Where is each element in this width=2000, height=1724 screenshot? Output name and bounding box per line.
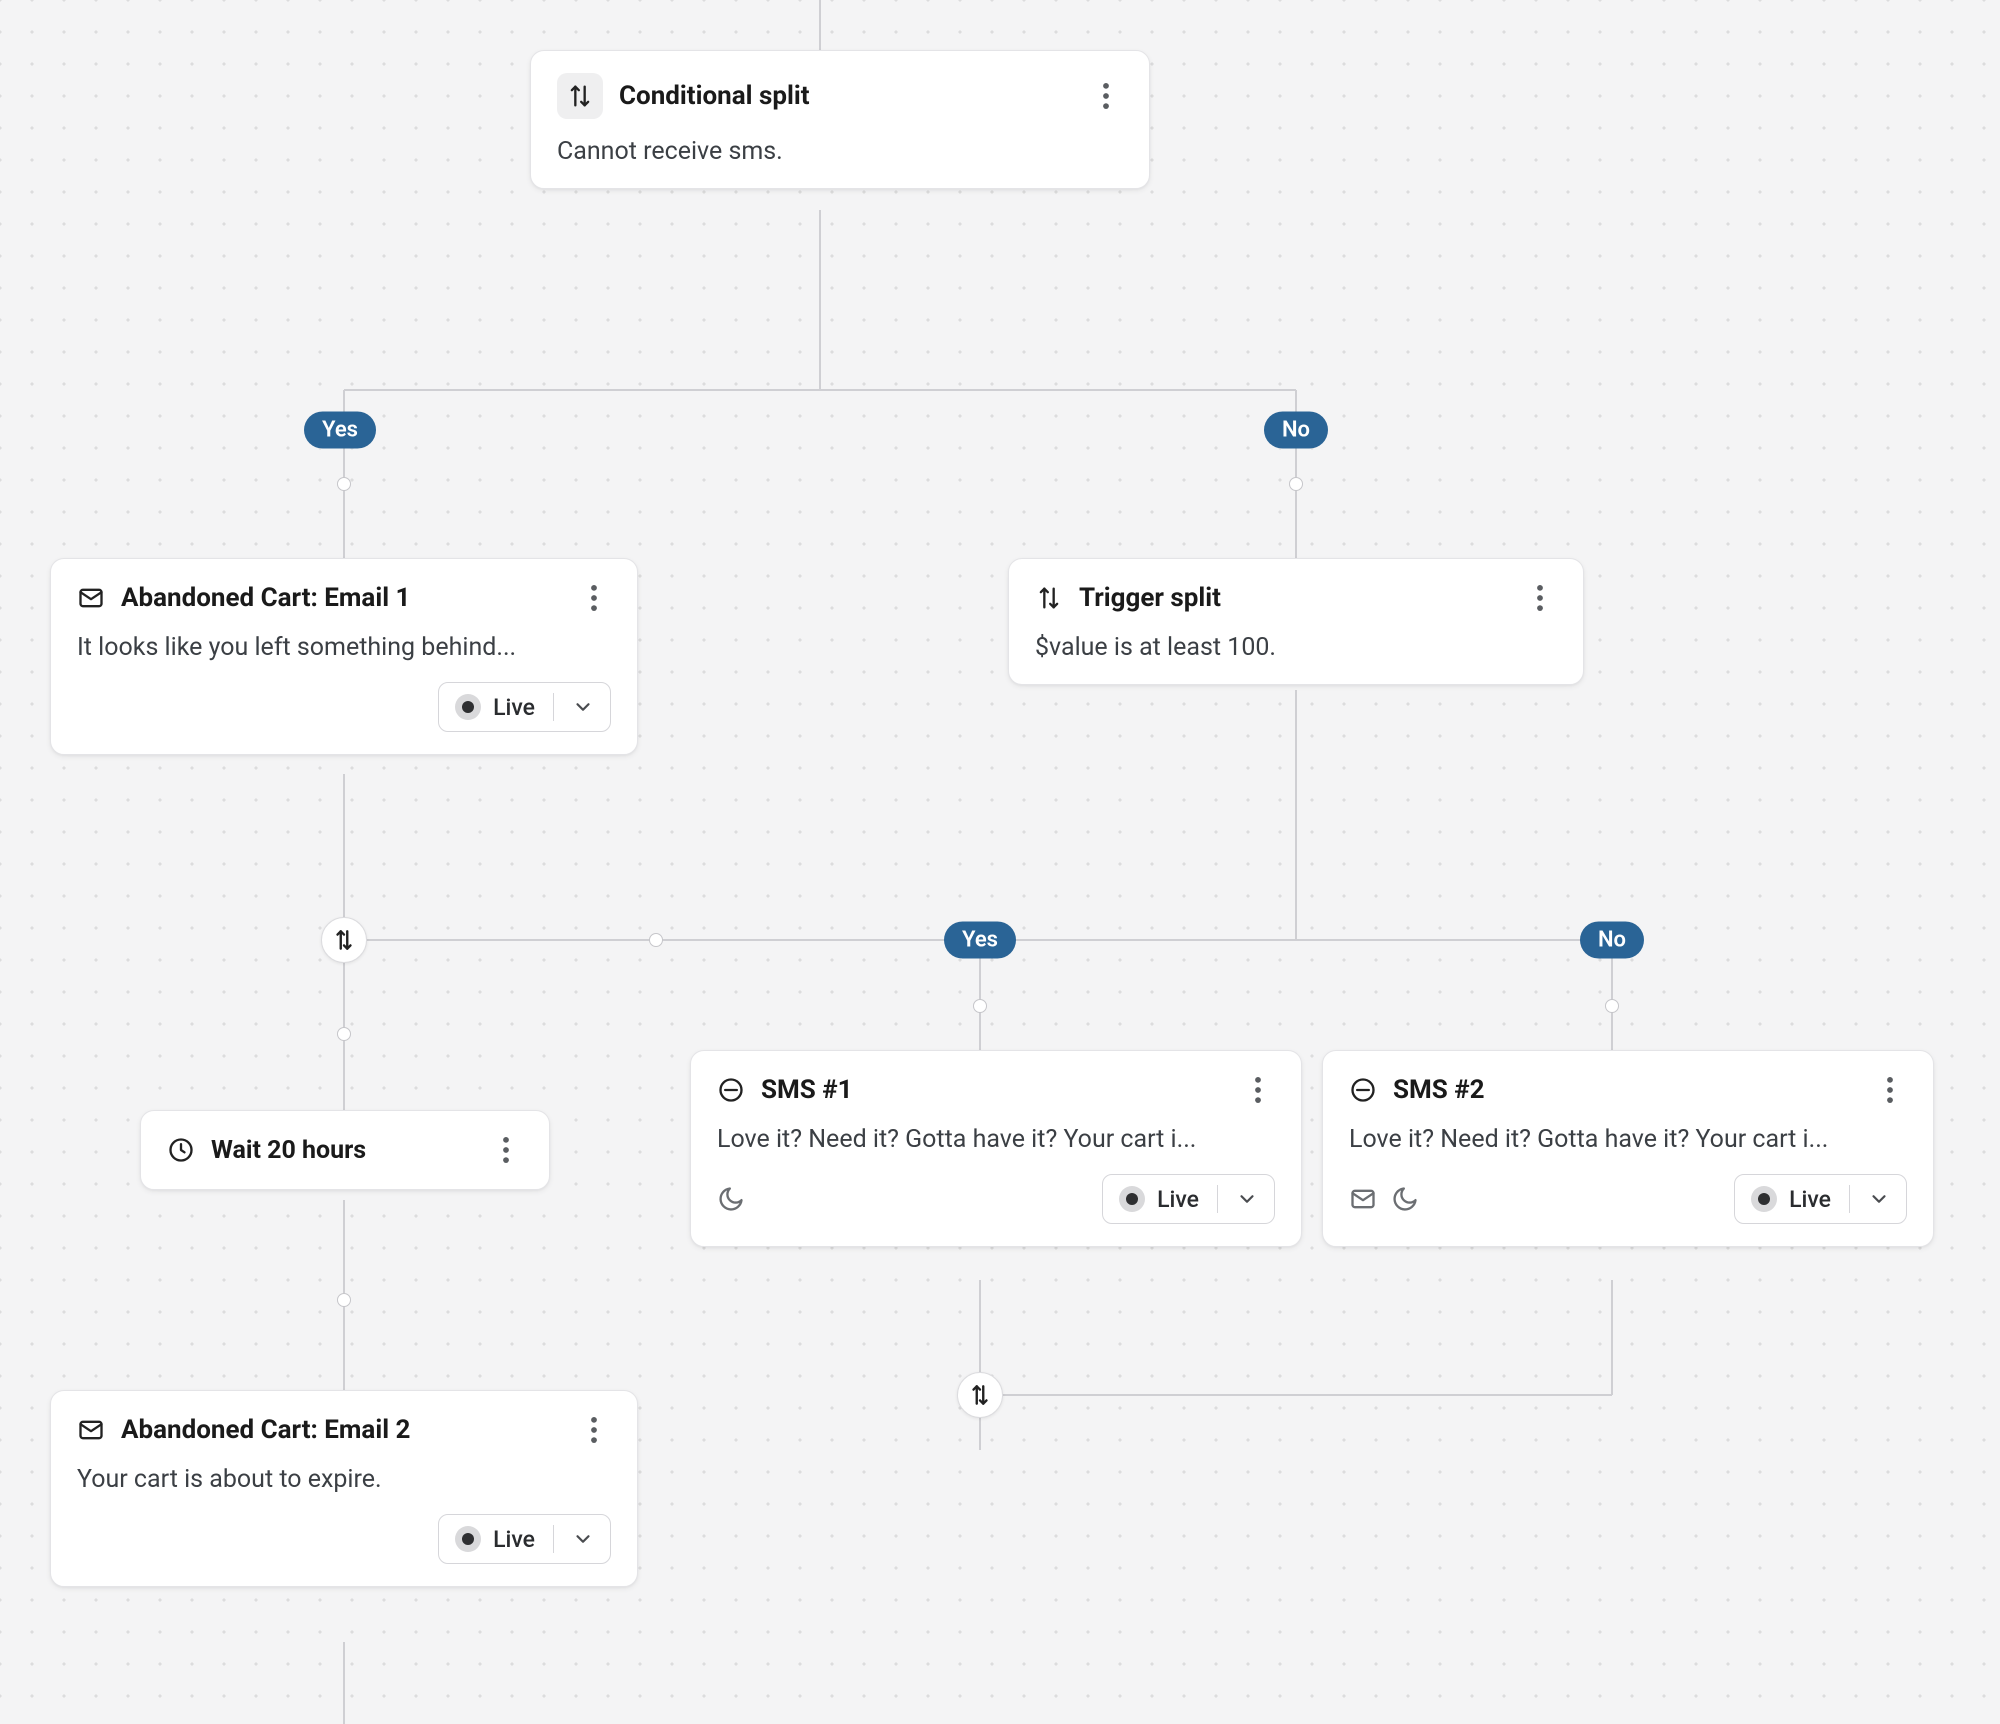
- node-email-2[interactable]: Abandoned Cart: Email 2 Your cart is abo…: [50, 1390, 638, 1587]
- node-title: SMS #2: [1393, 1075, 1857, 1105]
- chevron-down-icon: [1868, 1188, 1890, 1210]
- status-label: Live: [1789, 1186, 1831, 1213]
- status-label: Live: [493, 1526, 535, 1553]
- node-title: Wait 20 hours: [211, 1136, 473, 1165]
- node-description: Love it? Need it? Gotta have it? Your ca…: [717, 1125, 1275, 1154]
- connector-dot: [1289, 477, 1303, 491]
- node-title: SMS #1: [761, 1075, 1225, 1105]
- branch-icon: [967, 1382, 993, 1408]
- node-menu-button[interactable]: [1089, 79, 1123, 113]
- connector-dot: [973, 999, 987, 1013]
- node-email-1[interactable]: Abandoned Cart: Email 1 It looks like yo…: [50, 558, 638, 755]
- connector-dot: [337, 1293, 351, 1307]
- connector-dot: [1605, 999, 1619, 1013]
- branch-icon: [331, 927, 357, 953]
- flow-canvas[interactable]: Yes No Yes No Conditional split: [0, 0, 2000, 1724]
- split-icon: [1035, 584, 1063, 612]
- sms-icon: [717, 1076, 745, 1104]
- status-label: Live: [493, 694, 535, 721]
- status-selector[interactable]: Live: [1102, 1174, 1275, 1224]
- node-menu-button[interactable]: [1873, 1073, 1907, 1107]
- node-menu-button[interactable]: [489, 1133, 523, 1167]
- smart-sending-icon: [1349, 1185, 1377, 1213]
- status-selector[interactable]: Live: [438, 1514, 611, 1564]
- node-title: Conditional split: [619, 81, 1073, 111]
- node-conditional-split[interactable]: Conditional split Cannot receive sms.: [530, 50, 1150, 189]
- sms-icon: [1349, 1076, 1377, 1104]
- status-dot-icon: [455, 694, 481, 720]
- branch-pill-yes: Yes: [304, 412, 376, 449]
- junction-node[interactable]: [321, 917, 367, 963]
- connector-dot: [337, 1027, 351, 1041]
- chevron-down-icon: [1236, 1188, 1258, 1210]
- node-description: Love it? Need it? Gotta have it? Your ca…: [1349, 1125, 1907, 1154]
- node-menu-button[interactable]: [1523, 581, 1557, 615]
- node-sms-1[interactable]: SMS #1 Love it? Need it? Gotta have it? …: [690, 1050, 1302, 1247]
- branch-pill-no: No: [1580, 922, 1644, 959]
- quiet-hours-icon: [1391, 1185, 1419, 1213]
- connector-dot: [649, 933, 663, 947]
- node-menu-button[interactable]: [1241, 1073, 1275, 1107]
- node-wait[interactable]: Wait 20 hours: [140, 1110, 550, 1190]
- node-menu-button[interactable]: [577, 1413, 611, 1447]
- clock-icon: [167, 1136, 195, 1164]
- node-description: $value is at least 100.: [1035, 633, 1557, 662]
- email-icon: [77, 584, 105, 612]
- quiet-hours-icon: [717, 1185, 745, 1213]
- status-dot-icon: [1119, 1186, 1145, 1212]
- chevron-down-icon: [572, 1528, 594, 1550]
- branch-pill-no: No: [1264, 412, 1328, 449]
- status-label: Live: [1157, 1186, 1199, 1213]
- status-selector[interactable]: Live: [1734, 1174, 1907, 1224]
- status-dot-icon: [1751, 1186, 1777, 1212]
- status-selector[interactable]: Live: [438, 682, 611, 732]
- node-sms-2[interactable]: SMS #2 Love it? Need it? Gotta have it? …: [1322, 1050, 1934, 1247]
- junction-node[interactable]: [957, 1372, 1003, 1418]
- status-dot-icon: [455, 1526, 481, 1552]
- node-description: Your cart is about to expire.: [77, 1465, 611, 1494]
- connector-dot: [337, 477, 351, 491]
- chevron-down-icon: [572, 696, 594, 718]
- node-description: Cannot receive sms.: [557, 137, 1123, 166]
- node-title: Abandoned Cart: Email 1: [121, 583, 561, 613]
- node-title: Abandoned Cart: Email 2: [121, 1415, 561, 1445]
- node-title: Trigger split: [1079, 583, 1507, 613]
- split-icon: [557, 73, 603, 119]
- node-trigger-split[interactable]: Trigger split $value is at least 100.: [1008, 558, 1584, 685]
- branch-pill-yes: Yes: [944, 922, 1016, 959]
- node-description: It looks like you left something behind.…: [77, 633, 611, 662]
- email-icon: [77, 1416, 105, 1444]
- node-menu-button[interactable]: [577, 581, 611, 615]
